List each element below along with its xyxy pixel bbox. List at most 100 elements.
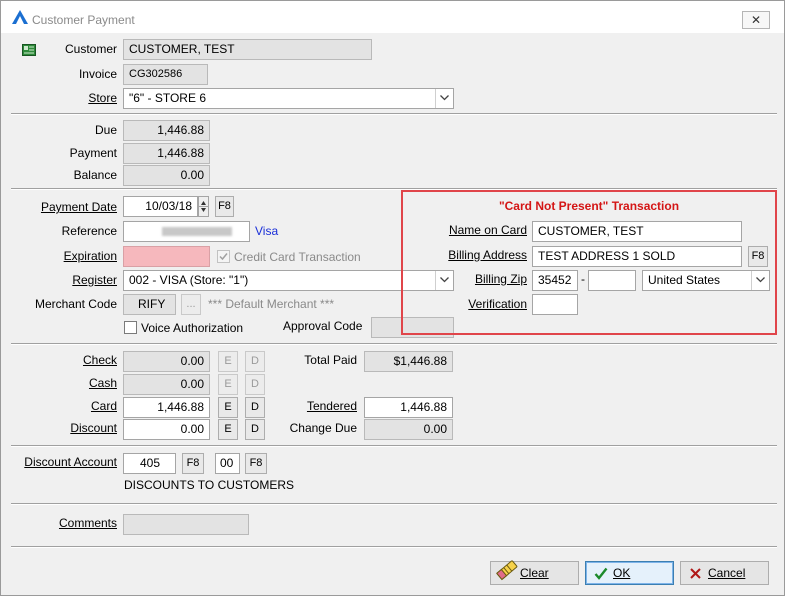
billing-zip-label: Billing Zip (474, 272, 527, 286)
store-label: Store (88, 91, 117, 105)
payment-date-field[interactable]: 10/03/18 (123, 196, 198, 217)
balance-label: Balance (73, 168, 117, 182)
credit-card-label: Credit Card Transaction (234, 250, 361, 264)
check-d-button[interactable]: D (245, 351, 265, 372)
merchant-code-field: RIFY (123, 294, 176, 315)
cash-field: 0.00 (123, 374, 210, 395)
check-label: Check (82, 353, 117, 367)
voice-authorization-label: Voice Authorization (141, 321, 244, 335)
chevron-down-icon[interactable] (751, 271, 769, 290)
billing-zip-field[interactable]: 35452 (532, 270, 578, 291)
customer-field: CUSTOMER, TEST (123, 39, 372, 60)
billing-zip-ext-field[interactable] (588, 270, 636, 291)
cash-e-button[interactable]: E (218, 374, 238, 395)
clear-label: Clear (520, 566, 549, 580)
register-label: Register (72, 273, 117, 287)
cash-label: Cash (88, 376, 117, 390)
id-card-icon (22, 44, 36, 56)
discount-subaccount-field[interactable]: 00 (215, 453, 240, 474)
verification-field[interactable] (532, 294, 578, 315)
customer-payment-window: Customer Payment ✕ Customer CUSTOMER, TE… (0, 0, 785, 596)
country-dropdown[interactable]: United States (642, 270, 770, 291)
discount-account-f8-button[interactable]: F8 (182, 453, 204, 474)
merchant-browse-button[interactable]: ... (181, 294, 201, 315)
name-on-card-field[interactable]: CUSTOMER, TEST (532, 221, 742, 242)
billing-address-label: Billing Address (448, 248, 527, 262)
eraser-icon (496, 560, 518, 581)
change-due-label: Change Due (289, 421, 357, 435)
window-title: Customer Payment (32, 13, 135, 27)
total-paid-label: Total Paid (304, 353, 357, 367)
billing-address-field[interactable]: TEST ADDRESS 1 SOLD (532, 246, 742, 267)
discount-account-description: DISCOUNTS TO CUSTOMERS (124, 478, 295, 492)
change-due-field: 0.00 (364, 419, 453, 440)
discount-e-button[interactable]: E (218, 419, 238, 440)
reference-label: Reference (61, 224, 117, 238)
close-icon (690, 568, 701, 579)
chevron-down-icon[interactable] (435, 89, 453, 108)
balance-field: 0.00 (123, 165, 210, 186)
verification-label: Verification (468, 297, 527, 311)
ok-label: OK (613, 566, 631, 580)
approval-code-label: Approval Code (283, 319, 363, 333)
ok-button[interactable]: OK (585, 561, 674, 585)
discount-account-field[interactable]: 405 (123, 453, 176, 474)
register-value: 002 - VISA (Store: "1") (129, 273, 249, 287)
payment-field: 1,446.88 (123, 143, 210, 164)
check-field: 0.00 (123, 351, 210, 372)
card-not-present-header: "Card Not Present" Transaction (498, 199, 680, 213)
invoice-label: Invoice (78, 67, 117, 81)
clear-button[interactable]: Clear (490, 560, 579, 585)
name-on-card-label: Name on Card (448, 223, 527, 237)
cancel-label: Cancel (708, 566, 746, 580)
card-d-button[interactable]: D (245, 397, 265, 418)
spin-up-icon (201, 201, 206, 205)
check-e-button[interactable]: E (218, 351, 238, 372)
cash-d-button[interactable]: D (245, 374, 265, 395)
spin-down-icon (201, 208, 206, 212)
section-divider (11, 445, 777, 447)
title-bar: Customer Payment ✕ (1, 1, 784, 33)
card-field[interactable]: 1,446.88 (123, 397, 210, 418)
total-paid-field: $1,446.88 (364, 351, 453, 372)
reference-field[interactable] (123, 221, 250, 242)
tendered-label: Tendered (306, 399, 357, 413)
discount-subaccount-f8-button[interactable]: F8 (245, 453, 267, 474)
card-type-link[interactable]: Visa (255, 224, 278, 238)
close-button[interactable]: ✕ (742, 11, 770, 29)
tendered-field[interactable]: 1,446.88 (364, 397, 453, 418)
comments-field (123, 514, 249, 535)
customer-label: Customer (64, 42, 117, 56)
store-dropdown[interactable]: "6" - STORE 6 (123, 88, 454, 109)
zip-dash: - (581, 272, 585, 286)
payment-date-f8-button[interactable]: F8 (215, 196, 234, 217)
payment-label: Payment (69, 146, 117, 160)
payment-date-label: Payment Date (40, 200, 117, 214)
credit-card-checkbox (217, 250, 230, 263)
date-spinner[interactable] (198, 196, 209, 217)
store-value: "6" - STORE 6 (129, 91, 206, 105)
expiration-label: Expiration (63, 249, 117, 263)
due-label: Due (94, 123, 117, 137)
section-divider (11, 503, 777, 505)
due-field: 1,446.88 (123, 120, 210, 141)
discount-d-button[interactable]: D (245, 419, 265, 440)
card-label: Card (90, 399, 117, 413)
discount-account-label: Discount Account (24, 455, 117, 469)
discount-field[interactable]: 0.00 (123, 419, 210, 440)
app-logo-icon (12, 10, 28, 24)
billing-address-f8-button[interactable]: F8 (748, 246, 768, 267)
card-e-button[interactable]: E (218, 397, 238, 418)
section-divider (11, 113, 777, 115)
default-merchant-text: *** Default Merchant *** (208, 297, 335, 311)
voice-authorization-checkbox[interactable] (124, 321, 137, 334)
cancel-button[interactable]: Cancel (680, 561, 769, 585)
section-divider (11, 546, 777, 548)
invoice-field: CG302586 (123, 64, 208, 85)
redacted-reference (162, 227, 232, 236)
checkmark-icon (594, 567, 608, 580)
merchant-code-label: Merchant Code (34, 297, 117, 311)
discount-label: Discount (70, 421, 117, 435)
expiration-field[interactable] (123, 246, 210, 267)
country-value: United States (648, 273, 721, 287)
